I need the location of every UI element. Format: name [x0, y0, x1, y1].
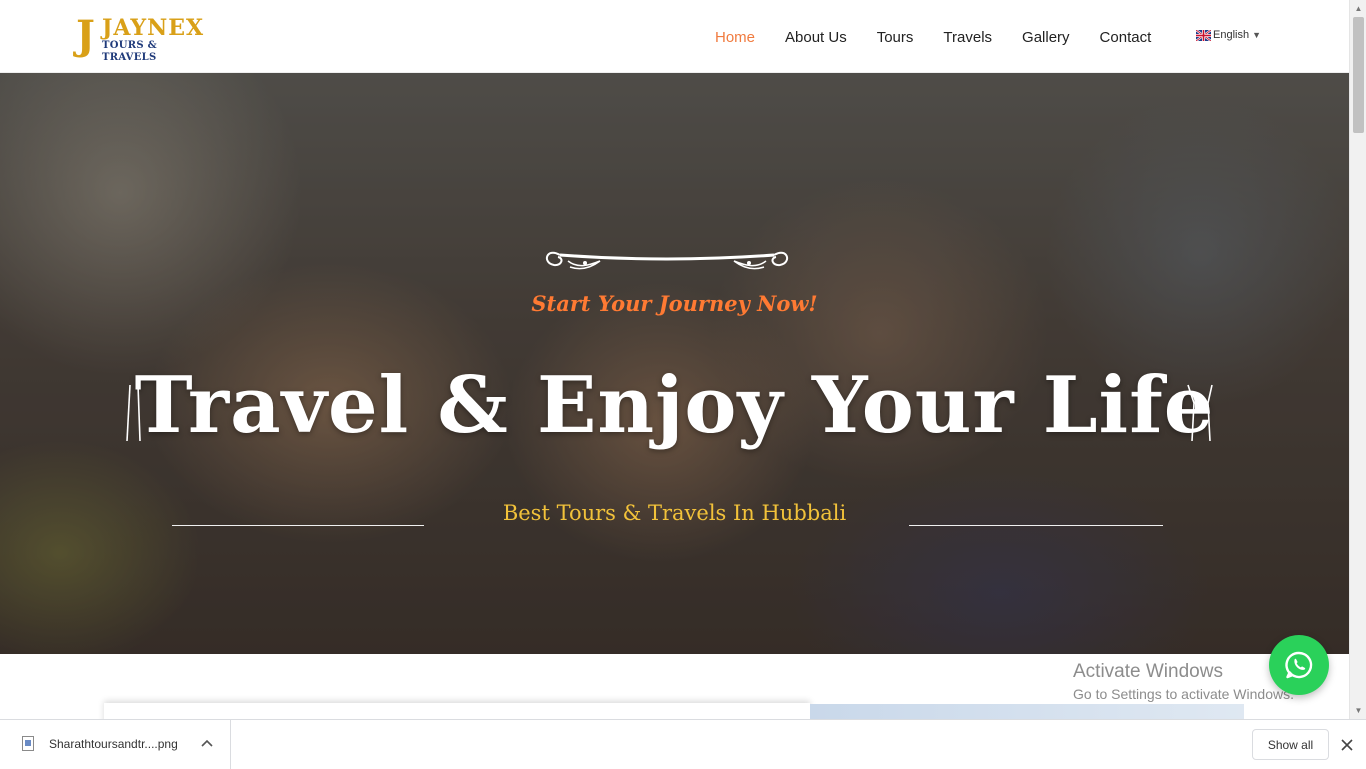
divider-line-right — [909, 525, 1163, 526]
hero-banner: Start Your Journey Now! Travel & Enjoy Y… — [0, 73, 1349, 654]
close-icon[interactable] — [1338, 736, 1356, 754]
browser-viewport: J JAYNEX TOURS & TRAVELS Home About Us T… — [0, 0, 1349, 719]
nav-home[interactable]: Home — [715, 29, 755, 46]
chevron-down-icon: ▼ — [1252, 30, 1261, 40]
language-selector[interactable]: English ▼ — [1196, 29, 1261, 41]
nav-gallery[interactable]: Gallery — [1022, 29, 1070, 46]
download-shelf: Sharathtoursandtr....png Show all — [0, 719, 1366, 769]
scrollbar-thumb[interactable] — [1353, 17, 1364, 133]
download-file-name: Sharathtoursandtr....png — [49, 737, 178, 751]
whatsapp-button[interactable] — [1269, 635, 1329, 695]
logo-letter: J — [76, 12, 95, 59]
hero-subline: Best Tours & Travels In Hubbali — [502, 501, 847, 525]
slider-next-icon[interactable] — [1184, 383, 1218, 443]
site-logo[interactable]: J JAYNEX TOURS & TRAVELS — [76, 12, 206, 64]
download-item[interactable]: Sharathtoursandtr....png — [0, 720, 231, 769]
watermark-title: Activate Windows — [1073, 661, 1223, 682]
watermark-subtitle: Go to Settings to activate Windows. — [1073, 686, 1294, 702]
whatsapp-icon — [1285, 651, 1313, 679]
hero-tagline: Start Your Journey Now! — [531, 291, 818, 316]
language-label: English — [1213, 29, 1250, 41]
main-nav: Home About Us Tours Travels Gallery Cont… — [700, 26, 1166, 48]
logo-name: JAYNEX — [102, 15, 205, 41]
nav-contact[interactable]: Contact — [1100, 29, 1152, 46]
image-file-icon — [22, 736, 34, 751]
nav-about-us[interactable]: About Us — [785, 29, 847, 46]
vertical-scrollbar[interactable]: ▲ ▼ — [1349, 0, 1366, 719]
slider-prev-icon[interactable] — [124, 383, 144, 443]
windows-activation-watermark: Activate Windows Go to Settings to activ… — [1073, 660, 1294, 704]
nav-tours[interactable]: Tours — [877, 29, 914, 46]
divider-line-left — [172, 525, 424, 526]
scroll-down-icon[interactable]: ▼ — [1350, 702, 1366, 719]
uk-flag-icon — [1196, 29, 1211, 41]
site-header: J JAYNEX TOURS & TRAVELS Home About Us T… — [0, 0, 1349, 73]
scroll-up-icon[interactable]: ▲ — [1350, 0, 1366, 17]
content-image — [810, 704, 1244, 719]
content-card — [104, 703, 810, 719]
logo-subtitle: TOURS & TRAVELS — [102, 40, 158, 63]
ornament-divider-icon — [545, 251, 789, 270]
hero-headline: Travel & Enjoy Your Life — [134, 360, 1215, 451]
chevron-up-icon[interactable] — [198, 734, 216, 752]
nav-travels[interactable]: Travels — [943, 29, 992, 46]
show-all-button[interactable]: Show all — [1252, 729, 1329, 760]
